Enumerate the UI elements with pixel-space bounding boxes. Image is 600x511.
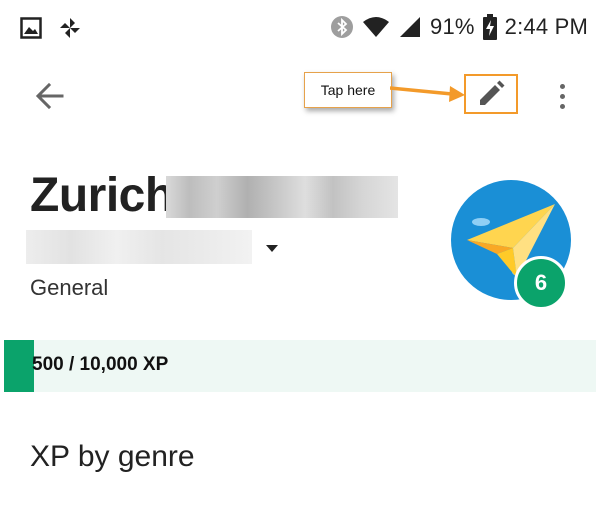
- xp-progress-fill: [4, 340, 34, 392]
- battery-charging-icon: [482, 14, 497, 40]
- status-bar-left: [20, 16, 82, 40]
- more-vert-icon: [559, 83, 565, 89]
- pinwheel-icon: [60, 18, 80, 38]
- callout-arrow-icon: [390, 86, 465, 102]
- status-bar: 91% 2:44 PM: [0, 0, 600, 58]
- back-button[interactable]: [32, 78, 68, 114]
- redacted-account-selector[interactable]: [26, 230, 252, 264]
- xp-progress-label: 500 / 10,000 XP: [32, 354, 169, 375]
- more-options-button[interactable]: [552, 78, 572, 114]
- pencil-icon: [480, 80, 505, 105]
- clock: 2:44 PM: [504, 14, 588, 39]
- arrow-left-icon: [35, 82, 64, 110]
- redacted-surname: [166, 176, 398, 218]
- profile-category: General: [30, 275, 109, 300]
- wifi-icon: [363, 17, 390, 37]
- xp-progress-bar: 500 / 10,000 XP: [4, 340, 596, 392]
- edit-button[interactable]: [464, 74, 518, 114]
- callout-text: Tap here: [320, 82, 376, 98]
- gallery-icon: [20, 17, 42, 39]
- status-bar-right: 91% 2:44 PM: [330, 14, 588, 40]
- section-title: XP by genre: [30, 440, 195, 473]
- battery-percentage: 91%: [430, 14, 475, 39]
- bluetooth-icon: [331, 16, 354, 38]
- dropdown-caret-icon[interactable]: [266, 245, 278, 252]
- tap-here-callout: Tap here: [304, 72, 392, 108]
- signal-icon: [400, 17, 421, 37]
- profile-name: Zurich: [30, 169, 174, 222]
- level-badge: 6: [514, 256, 568, 310]
